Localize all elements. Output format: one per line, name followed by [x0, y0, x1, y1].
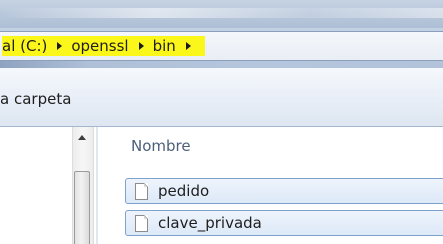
window-title-bar — [0, 0, 443, 28]
file-icon — [135, 214, 148, 232]
breadcrumb: al (C:) openssl bin — [2, 36, 205, 56]
breadcrumb-openssl[interactable]: openssl — [71, 37, 128, 55]
title-bar-glare — [0, 8, 443, 18]
scrollbar-thumb[interactable] — [74, 171, 90, 244]
file-row-clave-privada[interactable]: clave_privada — [125, 210, 443, 236]
column-header-name[interactable]: Nombre — [131, 137, 191, 155]
scroll-up-icon[interactable] — [78, 135, 86, 140]
chevron-right-icon[interactable] — [57, 42, 63, 50]
breadcrumb-bin[interactable]: bin — [153, 37, 176, 55]
chevron-right-icon[interactable] — [185, 42, 191, 50]
command-bar: a carpeta — [0, 68, 443, 127]
file-name: clave_privada — [158, 214, 262, 232]
breadcrumb-drive[interactable]: al (C:) — [2, 37, 47, 55]
nav-pane-scrollbar[interactable] — [72, 127, 94, 244]
file-icon — [135, 182, 148, 200]
address-bar-row: al (C:) openssl bin — [0, 28, 443, 68]
address-bar-shadow — [0, 61, 443, 68]
file-row-pedido[interactable]: pedido — [125, 178, 443, 204]
address-bar[interactable]: al (C:) openssl bin — [0, 31, 443, 61]
file-name: pedido — [158, 182, 210, 200]
new-folder-button[interactable]: a carpeta — [0, 90, 71, 108]
chevron-right-icon[interactable] — [138, 42, 144, 50]
